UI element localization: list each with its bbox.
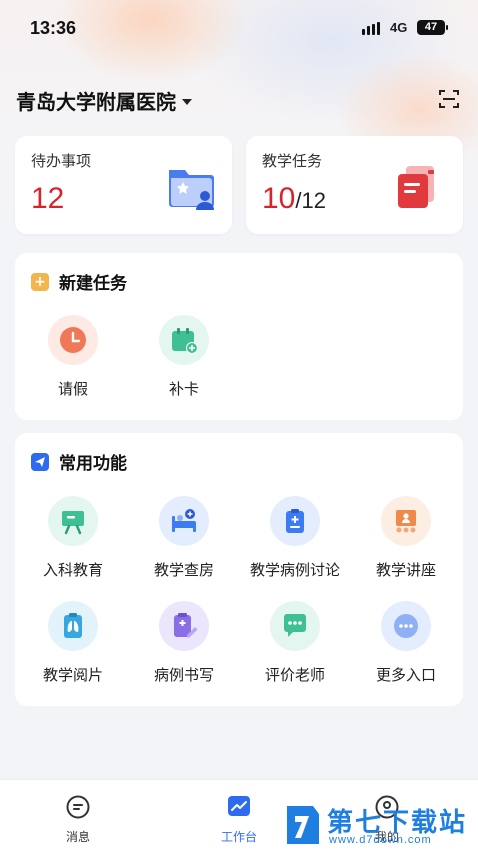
evaluate-teacher-label: 评价老师 <box>264 666 325 684</box>
scan-icon[interactable] <box>438 88 460 110</box>
teaching-task-count: 10/12 <box>262 182 326 215</box>
common-functions-header: 常用功能 <box>31 449 127 474</box>
case-writing-icon <box>159 601 209 651</box>
teaching-rounds-button[interactable]: 教学查房 <box>128 496 240 580</box>
hospital-bed-icon <box>159 496 209 546</box>
new-task-panel: + 新建任务 请假 补卡 <box>15 253 463 420</box>
plus-icon: + <box>31 272 49 291</box>
teaching-board-icon <box>48 496 98 546</box>
watermark-url: www.d7down.com <box>329 834 432 846</box>
film-reading-label: 教学阅片 <box>42 666 103 684</box>
workbench-icon <box>228 796 250 816</box>
status-time: 13:36 <box>30 18 77 38</box>
case-discussion-label: 教学病例讨论 <box>249 561 340 579</box>
site-watermark: 第七下载站 www.d7down.com <box>283 800 478 850</box>
more-icon <box>381 601 431 651</box>
message-icon <box>66 795 90 819</box>
send-icon <box>31 452 49 471</box>
clock-in-makeup-label: 补卡 <box>168 380 199 398</box>
evaluate-teacher-button[interactable]: 评价老师 <box>239 601 351 685</box>
lecture-icon <box>381 496 431 546</box>
clock-icon <box>48 315 98 365</box>
chat-bubble-icon <box>270 601 320 651</box>
case-writing-button[interactable]: 病例书写 <box>128 601 240 685</box>
teaching-rounds-label: 教学查房 <box>153 561 214 579</box>
task-document-icon <box>398 166 434 208</box>
todo-card[interactable]: 待办事项 12 <box>15 136 232 234</box>
department-orientation-label: 入科教育 <box>42 561 103 579</box>
clipboard-plus-icon <box>270 496 320 546</box>
calendar-add-icon <box>159 315 209 365</box>
teaching-task-card[interactable]: 教学任务 10/12 <box>246 136 463 234</box>
signal-icon <box>362 22 380 35</box>
new-task-title: 新建任务 <box>59 274 127 294</box>
case-discussion-button[interactable]: 教学病例讨论 <box>239 496 351 580</box>
watermark-logo-icon <box>287 806 319 844</box>
xray-film-icon <box>48 601 98 651</box>
common-functions-title: 常用功能 <box>59 454 127 474</box>
teaching-lecture-label: 教学讲座 <box>375 561 436 579</box>
new-task-header: + 新建任务 <box>31 269 127 294</box>
leave-request-button[interactable]: 请假 <box>17 315 129 399</box>
hospital-name: 青岛大学附属医院 <box>16 90 176 114</box>
film-reading-button[interactable]: 教学阅片 <box>17 601 129 685</box>
chevron-down-icon <box>182 98 192 105</box>
leave-request-label: 请假 <box>57 380 88 398</box>
more-entries-button[interactable]: 更多入口 <box>350 601 462 685</box>
common-functions-panel: 常用功能 入科教育 教学查房 教学病例讨论 教学讲座 教学阅片 病例书写 评价老… <box>15 433 463 706</box>
tab-messages[interactable]: 消息 <box>38 794 118 845</box>
todo-count: 12 <box>31 182 65 215</box>
teaching-task-label: 教学任务 <box>262 152 323 170</box>
teaching-lecture-button[interactable]: 教学讲座 <box>350 496 462 580</box>
department-orientation-button[interactable]: 入科教育 <box>17 496 129 580</box>
battery-icon: 47 <box>417 20 448 35</box>
clock-in-makeup-button[interactable]: 补卡 <box>128 315 240 399</box>
status-bar: 13:36 4G 47 <box>0 0 478 56</box>
network-type: 4G <box>390 20 408 35</box>
tab-workbench-label: 工作台 <box>220 830 257 844</box>
tab-messages-label: 消息 <box>65 830 90 844</box>
tab-workbench[interactable]: 工作台 <box>199 794 279 845</box>
teaching-task-total: /12 <box>295 188 326 213</box>
todo-label: 待办事项 <box>31 152 92 170</box>
case-writing-label: 病例书写 <box>153 666 214 684</box>
folder-user-icon <box>169 170 214 210</box>
hospital-selector[interactable]: 青岛大学附属医院 <box>16 86 192 115</box>
more-entries-label: 更多入口 <box>375 666 436 684</box>
